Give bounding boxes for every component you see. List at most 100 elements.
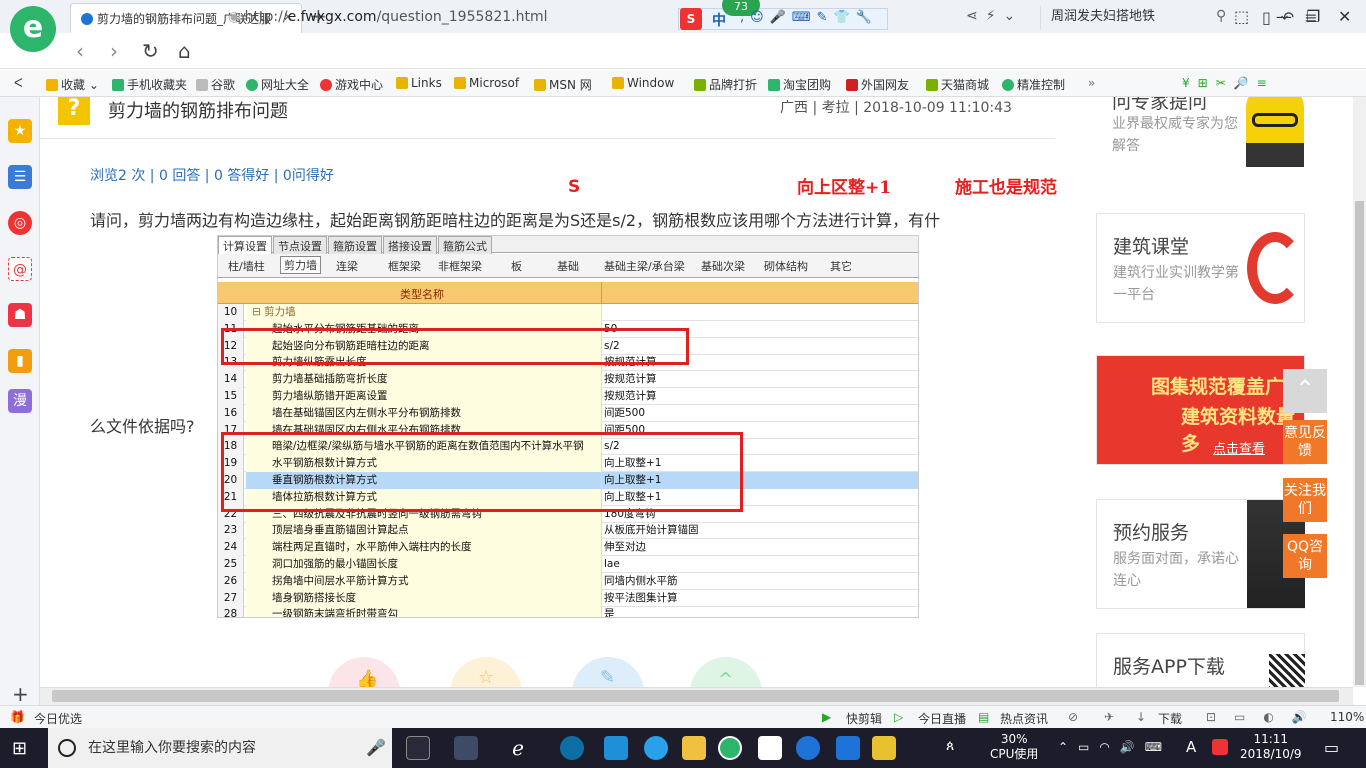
settings-row[interactable]: 28 一级钢筋末端弯折时带弯勾是 <box>218 606 918 617</box>
scroll-thumb[interactable] <box>52 690 1339 702</box>
fav-item[interactable]: 淘宝团购 <box>768 76 831 93</box>
app-browser-icon[interactable] <box>560 736 584 760</box>
fav-item[interactable]: 品牌打折 <box>694 76 757 93</box>
tray-icons[interactable]: ⌃▭◠🔊⌨ <box>1058 740 1172 754</box>
fav-item[interactable]: MSN 网 <box>534 76 592 93</box>
back-to-top-button[interactable]: ⌃ <box>1283 369 1327 413</box>
app-pinwheel-icon[interactable] <box>454 736 478 760</box>
explorer-icon[interactable] <box>682 736 706 760</box>
windows-start-icon[interactable]: ⊞ <box>12 738 27 759</box>
share-button[interactable]: ^ <box>690 657 762 687</box>
fav-item[interactable]: 网址大全 <box>246 76 309 93</box>
promo-link[interactable]: 点击查看 <box>1213 438 1265 457</box>
mail-icon[interactable] <box>758 736 782 760</box>
book-icon[interactable]: ▮ <box>8 349 32 373</box>
app-card[interactable]: 服务APP下载 <box>1096 633 1305 687</box>
notification-icon[interactable]: ▭ <box>1324 738 1339 757</box>
row-value[interactable]: 按规范计算 <box>601 371 918 389</box>
fav-item[interactable]: Links <box>396 76 442 90</box>
favbar-more-icon[interactable]: » <box>1088 76 1095 90</box>
mic-icon[interactable]: 🎤 <box>366 738 386 757</box>
settings-row[interactable]: 24 端柱两足直锚时，水平筋伸入端柱内的长度 伸至对边 <box>218 539 918 557</box>
settings-row[interactable]: 26 拐角墙中间层水平筋计算方式 同墙内侧水平筋 <box>218 572 918 590</box>
game-icon[interactable]: ☗ <box>8 303 32 327</box>
row-value[interactable]: 间距500 <box>601 404 918 422</box>
fav-item[interactable]: 手机收藏夹 <box>112 76 187 93</box>
question-stats[interactable]: 浏览2 次 | 0 回答 | 0 答得好 | 0问得好 <box>90 165 334 185</box>
people-icon[interactable]: ጰ <box>946 738 954 754</box>
ie-icon[interactable] <box>644 736 668 760</box>
status-item[interactable]: 快剪辑 <box>846 710 882 727</box>
browser-logo-icon[interactable]: e <box>10 6 56 52</box>
pin-icon[interactable]: ✈ <box>1104 710 1114 724</box>
horizontal-scrollbar[interactable] <box>40 687 1353 705</box>
app-g-icon[interactable] <box>796 736 820 760</box>
row-value[interactable]: 从板底开始计算锚固 <box>601 522 918 540</box>
fav-item[interactable]: 谷歌 <box>196 76 235 93</box>
task-view-icon[interactable] <box>406 736 430 760</box>
site-info-icon[interactable]: ◉ <box>228 9 245 25</box>
status-item[interactable]: 下载 <box>1158 710 1182 727</box>
row-value[interactable]: lae <box>601 556 918 573</box>
forward-icon[interactable]: › <box>110 39 118 63</box>
360-browser-icon[interactable] <box>718 736 742 760</box>
url-input[interactable]: ◉ http://e.fwxgx.com/question_1955821.ht… <box>228 6 950 30</box>
back-icon[interactable]: ‹ <box>76 39 84 63</box>
collect-button[interactable]: ☆ <box>450 657 522 687</box>
fav-item[interactable]: Window <box>612 76 674 90</box>
row-value[interactable]: 按规范计算 <box>601 388 918 405</box>
mail-icon[interactable]: @ <box>8 257 32 281</box>
settings-row[interactable]: 27 墙身钢筋搭接长度 按平法图集计算 <box>218 589 918 607</box>
favorites-star-icon[interactable]: ★ <box>8 119 32 143</box>
booking-card[interactable]: 预约服务 服务面对面，承诺心连心 <box>1096 499 1305 609</box>
row-value[interactable]: 是 <box>601 606 918 617</box>
search-icon[interactable]: ⚲ <box>1216 8 1226 24</box>
status-item[interactable]: 热点资讯 <box>1000 710 1048 727</box>
settings-row[interactable]: 16 墙在基础锚固区内左侧水平分布钢筋排数 间距500 <box>218 404 918 422</box>
app-cross-icon[interactable] <box>836 736 860 760</box>
qq-consult-button[interactable]: QQ咨询 <box>1283 534 1327 578</box>
promo-banner[interactable]: 图集规范覆盖广 建筑资料数量多 点击查看 <box>1096 355 1305 465</box>
favbar-collapse-icon[interactable]: ᐸ <box>14 76 23 90</box>
vertical-scrollbar[interactable] <box>1353 97 1366 687</box>
scroll-thumb[interactable] <box>1355 201 1364 685</box>
refresh-icon[interactable]: ↻ <box>142 39 159 63</box>
feedback-button[interactable]: 意见反馈 <box>1283 420 1327 464</box>
toolbar-right[interactable]: ▯↶≡ <box>1262 8 1328 27</box>
cpu-monitor[interactable]: 30% CPU使用 <box>990 732 1038 762</box>
settings-row[interactable]: 23 顶层墙身垂直筋锚固计算起点 从板底开始计算锚固 <box>218 522 918 540</box>
close-window-button[interactable]: ✕ <box>1338 7 1351 26</box>
today-picks[interactable]: 今日优选 <box>34 710 82 727</box>
ime-indicator[interactable]: A <box>1186 738 1196 756</box>
fav-item[interactable]: 游戏中心 <box>320 76 383 93</box>
settings-row[interactable]: 15 剪力墙纵筋错开距离设置 按规范计算 <box>218 388 918 405</box>
like-button[interactable]: 👍 <box>328 657 400 687</box>
course-card[interactable]: 建筑课堂 建筑行业实训教学第一平台 <box>1096 213 1305 323</box>
settings-row[interactable]: 10 ⊟ 剪力墙 <box>218 304 918 321</box>
fav-item[interactable]: Microsof <box>454 76 519 90</box>
sogou-tray-icon[interactable] <box>1212 739 1228 755</box>
comic-icon[interactable]: 漫 <box>8 389 32 413</box>
fav-item[interactable]: 天猫商城 <box>926 76 989 93</box>
zoom-level[interactable]: 110% <box>1330 710 1364 724</box>
share-icon[interactable]: ⋖⚡⌄ <box>966 8 1023 24</box>
sidebar-add-button[interactable]: + <box>12 682 29 706</box>
follow-button[interactable]: 关注我们 <box>1283 478 1327 522</box>
expert-card[interactable]: 问专家提问 业界最权威专家为您解答 <box>1096 97 1305 187</box>
app-e-icon[interactable]: ℯ <box>506 736 530 760</box>
taskbar-search-input[interactable]: 在这里输入你要搜索的内容 <box>48 728 392 768</box>
fav-item[interactable]: 外国网友 <box>846 76 909 93</box>
status-item[interactable]: 今日直播 <box>918 710 966 727</box>
extension-icons[interactable]: ¥⊞✂🔎≡ <box>1182 76 1275 90</box>
speed-icon[interactable]: ⊘ <box>1068 710 1078 724</box>
clock[interactable]: 11:11 2018/10/9 <box>1240 732 1302 762</box>
edit-button[interactable]: ✎ <box>572 657 644 687</box>
row-value[interactable]: 同墙内侧水平筋 <box>601 572 918 590</box>
fav-item[interactable]: 精准控制 <box>1002 76 1065 93</box>
edge-icon[interactable] <box>604 736 628 760</box>
notes-icon[interactable] <box>872 736 896 760</box>
weibo-icon[interactable]: ◎ <box>8 211 32 235</box>
home-icon[interactable]: ⌂ <box>178 39 191 63</box>
row-value[interactable] <box>601 304 918 321</box>
settings-row[interactable]: 14 剪力墙基础插筋弯折长度 按规范计算 <box>218 371 918 389</box>
